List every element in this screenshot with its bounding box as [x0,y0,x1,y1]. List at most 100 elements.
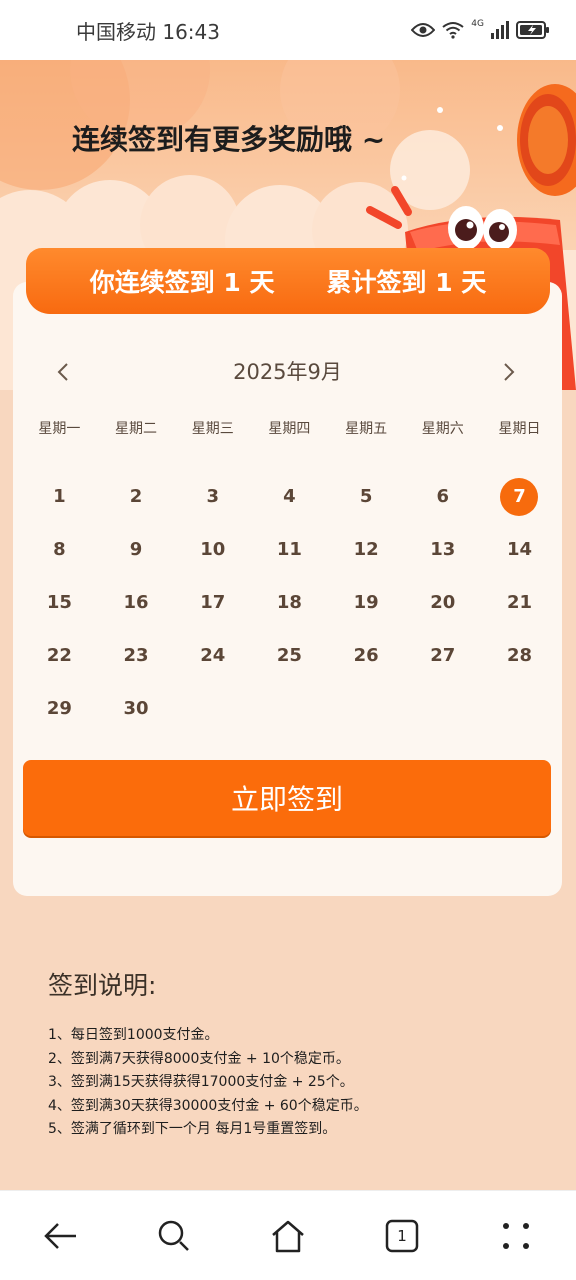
eye-icon [411,23,436,37]
calendar-day[interactable]: 4 [251,470,328,523]
home-icon [272,1220,304,1252]
weekday-label: 星期一 [38,421,81,437]
search-button[interactable] [152,1214,196,1258]
calendar-day-number: 14 [506,539,532,560]
checkin-rules: 签到说明: 1、每日签到1000支付金。 2、签到满7天获得8000支付金 + … [48,966,548,1142]
calendar-day[interactable]: 11 [251,523,328,576]
calendar-day-number: 12 [353,539,379,560]
calendar-day[interactable]: 6 [404,470,481,523]
calendar-day[interactable]: 24 [174,629,251,682]
rules-title: 签到说明: [48,971,157,1000]
weekday-label: 星期二 [115,421,158,437]
calendar-card: 2025年9月 星期一 星期二 星期三 星期四 星期五 星期六 星期日 1234… [13,282,562,896]
weekday-label: 星期日 [498,421,541,437]
calendar-day[interactable]: 23 [98,629,175,682]
month-nav: 2025年9月 [13,352,562,392]
calendar-day-number: 18 [276,592,302,613]
calendar-day-number: 28 [506,645,532,666]
calendar-day-number: 3 [206,486,219,507]
calendar-day-number: 4 [283,486,296,507]
calendar-day-number: 24 [200,645,226,666]
calendar-day[interactable]: 17 [174,576,251,629]
calendar-day-number: 25 [276,645,302,666]
calendar-day[interactable]: 3 [174,470,251,523]
calendar-day-number: 13 [430,539,456,560]
carrier-time: 中国移动 16:43 [76,19,220,44]
calendar-day[interactable]: 25 [251,629,328,682]
total-days: 累计签到 1 天 [326,268,487,297]
calendar-day[interactable]: 14 [481,523,558,576]
calendar-day-number: 21 [506,592,532,613]
calendar-day[interactable]: 27 [404,629,481,682]
calendar-days: 1 2 3 4 5 6 7 8 9 10 11 12 13 14 15 16 17 18 19 20 21 22 23 24 2… [21,470,561,735]
calendar-day[interactable]: 19 [328,576,405,629]
calendar-day-number: 1 [53,486,66,507]
calendar-day[interactable]: 30 [98,682,175,735]
calendar-day[interactable]: 20 [404,576,481,629]
signal-icon [491,21,509,39]
calendar-day[interactable]: 5 [328,470,405,523]
rule-item: 4、签到满30天获得30000支付金 + 60个稳定币。 [48,1097,368,1114]
calendar-day-number: 27 [430,645,456,666]
checkin-button[interactable]: 立即签到 [23,760,551,836]
rule-item: 3、签到满15天获得获得17000支付金 + 25个。 [48,1074,354,1090]
calendar-day-number: 15 [46,592,72,613]
calendar-day-number: 22 [46,645,72,666]
calendar-day[interactable]: 16 [98,576,175,629]
bottom-nav: 1 [0,1190,576,1280]
calendar-day[interactable]: 18 [251,576,328,629]
status-bar: 中国移动 16:43 4G [0,0,576,60]
calendar-day-number: 8 [53,539,66,560]
calendar-day-number: 19 [353,592,379,613]
calendar-day-number: 10 [200,539,226,560]
rule-item: 1、每日签到1000支付金。 [48,1027,219,1043]
calendar-day[interactable]: 28 [481,629,558,682]
calendar-day[interactable]: 15 [21,576,98,629]
calendar-day[interactable]: 1 [21,470,98,523]
more-button[interactable] [494,1214,538,1258]
calendar-day-number: 26 [353,645,379,666]
weekday-label: 星期四 [268,421,311,437]
tab-count: 1 [397,1226,407,1245]
calendar-day[interactable]: 10 [174,523,251,576]
back-arrow-icon [44,1222,76,1249]
calendar-day-number: 2 [129,486,143,507]
month-label: 2025年9月 [233,360,342,384]
weekday-label: 星期三 [191,421,234,437]
back-button[interactable] [38,1214,82,1258]
calendar-day-number: 17 [200,592,226,613]
weekday-label: 星期五 [345,421,388,437]
calendar-day-number: 29 [46,698,72,719]
tabs-button[interactable]: 1 [380,1214,424,1258]
calendar-day[interactable]: 26 [328,629,405,682]
next-month-button[interactable] [489,352,529,392]
battery-icon [516,21,549,39]
calendar-day[interactable]: 2 [98,470,175,523]
rule-item: 5、签满了循环到下一个月 每月1号重置签到。 [48,1121,337,1137]
more-icon [503,1222,529,1249]
calendar-day[interactable]: 13 [404,523,481,576]
wifi-icon [442,22,464,39]
weekday-header: 星期一 星期二 星期三 星期四 星期五 星期六 星期日 [21,418,561,438]
calendar-day-number: 9 [129,539,143,560]
rule-item: 2、签到满7天获得8000支付金 + 10个稳定币。 [48,1050,350,1067]
calendar-day[interactable]: 22 [21,629,98,682]
calendar-day-number: 6 [436,486,450,507]
calendar-day[interactable]: 21 [481,576,558,629]
chevron-right-icon [504,363,515,381]
calendar-day[interactable]: 29 [21,682,98,735]
calendar-day-number: 20 [430,592,456,613]
calendar-day[interactable]: 12 [328,523,405,576]
streak-bar: 你连续签到 1 天 累计签到 1 天 [26,248,550,314]
banner-title: 连续签到有更多奖励哦 ~ [72,123,386,156]
calendar-day-number: 5 [359,486,373,507]
network-type: 4G [471,19,484,29]
calendar-day-today[interactable]: 7 [481,470,558,523]
calendar-day-number: 11 [276,539,302,560]
calendar-day[interactable]: 8 [21,523,98,576]
calendar-day-number: 7 [500,477,539,516]
home-button[interactable] [266,1214,310,1258]
calendar-day-number: 16 [123,592,149,613]
consecutive-days: 你连续签到 1 天 [89,268,275,297]
calendar-day[interactable]: 9 [98,523,175,576]
